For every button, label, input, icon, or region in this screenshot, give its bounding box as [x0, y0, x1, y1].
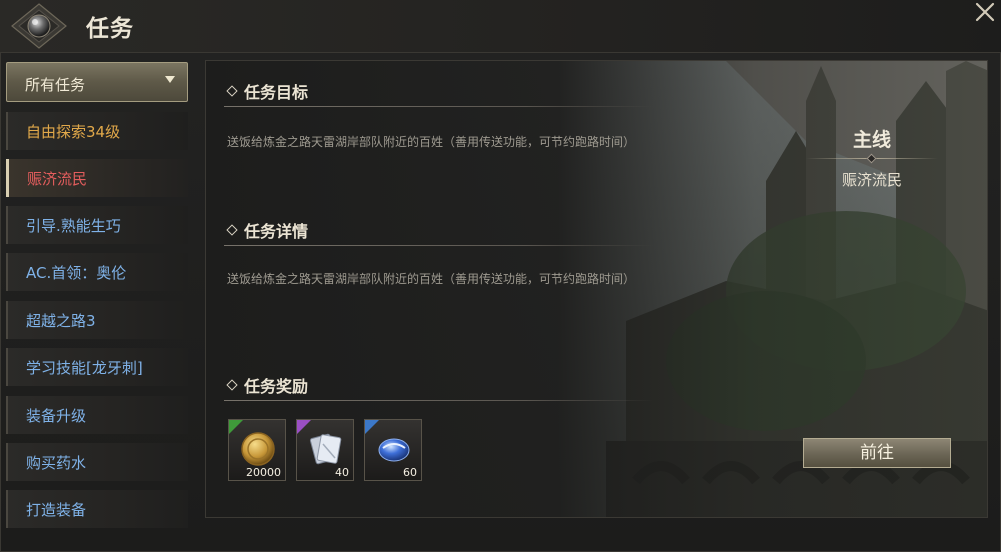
quest-item-label: 超越之路3 [26, 312, 96, 330]
diamond-bullet-icon [226, 379, 238, 391]
reward-slot-gem[interactable]: 60 [364, 419, 422, 481]
quest-item-label: AC.首领：奥伦 [26, 264, 127, 282]
quest-emblem-icon [11, 3, 67, 49]
details-heading: 任务详情 [244, 222, 309, 241]
quest-item-learn-skill[interactable]: 学习技能[龙牙刺] [6, 348, 188, 386]
quest-item-beyond-road[interactable]: 超越之路3 [6, 301, 188, 339]
quest-type-label: 主线 [852, 129, 891, 151]
quest-item-upgrade-equipment[interactable]: 装备升级 [6, 396, 188, 434]
quest-item-label: 购买药水 [26, 454, 87, 472]
quest-item-label: 引导.熟能生巧 [26, 217, 121, 235]
quest-window: 任务 所有任务 自由探索34级 赈济流民 引导.熟能生巧 AC.首领：奥伦 超越… [0, 0, 1001, 552]
diamond-ornament-icon [866, 153, 877, 164]
quest-item-guide-practice[interactable]: 引导.熟能生巧 [6, 206, 188, 244]
quest-sidebar: 所有任务 自由探索34级 赈济流民 引导.熟能生巧 AC.首领：奥伦 超越之路3… [4, 60, 194, 546]
details-text: 送饭给炼金之路天雷湖岸部队附近的百姓（善用传送功能，可节约跑路时间） [227, 272, 636, 286]
rewards-section-header: 任务奖励 [224, 373, 654, 401]
quest-item-label: 打造装备 [26, 501, 87, 519]
gold-coin-icon [241, 432, 275, 466]
reward-slot-gold[interactable]: 20000 [228, 419, 286, 481]
diamond-bullet-icon [226, 85, 238, 97]
blue-gem-icon [378, 438, 410, 462]
section-divider [224, 245, 654, 246]
quest-item-boss-olen[interactable]: AC.首领：奥伦 [6, 253, 188, 291]
quest-summary: 主线 赈济流民 [796, 125, 948, 190]
window-title: 任务 [86, 16, 134, 42]
quest-filter-label: 所有任务 [25, 76, 86, 94]
quest-detail-panel: 任务目标 送饭给炼金之路天雷湖岸部队附近的百姓（善用传送功能，可节约跑路时间） … [205, 60, 988, 518]
quest-item-label: 赈济流民 [27, 170, 88, 188]
section-divider [224, 400, 654, 401]
reward-quantity: 20000 [246, 466, 281, 479]
quest-item-label: 自由探索34级 [26, 123, 121, 141]
window-header: 任务 [0, 0, 1001, 53]
dropdown-arrow-icon [165, 76, 175, 83]
quest-item-relief-refugees[interactable]: 赈济流民 [6, 159, 188, 197]
details-section-header: 任务详情 [224, 218, 654, 246]
quest-name-label: 赈济流民 [841, 171, 902, 189]
objective-section-header: 任务目标 [224, 79, 654, 107]
quest-item-craft-equipment[interactable]: 打造装备 [6, 490, 188, 528]
reward-quantity: 40 [335, 466, 349, 479]
close-icon[interactable] [972, 0, 998, 26]
reward-slot-scroll[interactable]: 40 [296, 419, 354, 481]
section-divider [224, 106, 654, 107]
goto-button[interactable]: 前往 [803, 438, 951, 468]
scroll-cards-icon [309, 433, 342, 465]
quest-item-label: 学习技能[龙牙刺] [26, 359, 143, 377]
rewards-heading: 任务奖励 [244, 377, 309, 396]
summary-divider [806, 153, 938, 164]
quest-item-buy-potion[interactable]: 购买药水 [6, 443, 188, 481]
reward-quantity: 60 [403, 466, 417, 479]
diamond-bullet-icon [226, 224, 238, 236]
quest-item-label: 装备升级 [26, 407, 87, 425]
objective-text: 送饭给炼金之路天雷湖岸部队附近的百姓（善用传送功能，可节约跑路时间） [227, 135, 636, 149]
quest-item-free-explore[interactable]: 自由探索34级 [6, 112, 188, 150]
objective-heading: 任务目标 [244, 83, 309, 102]
quest-filter-dropdown[interactable]: 所有任务 [6, 62, 188, 102]
